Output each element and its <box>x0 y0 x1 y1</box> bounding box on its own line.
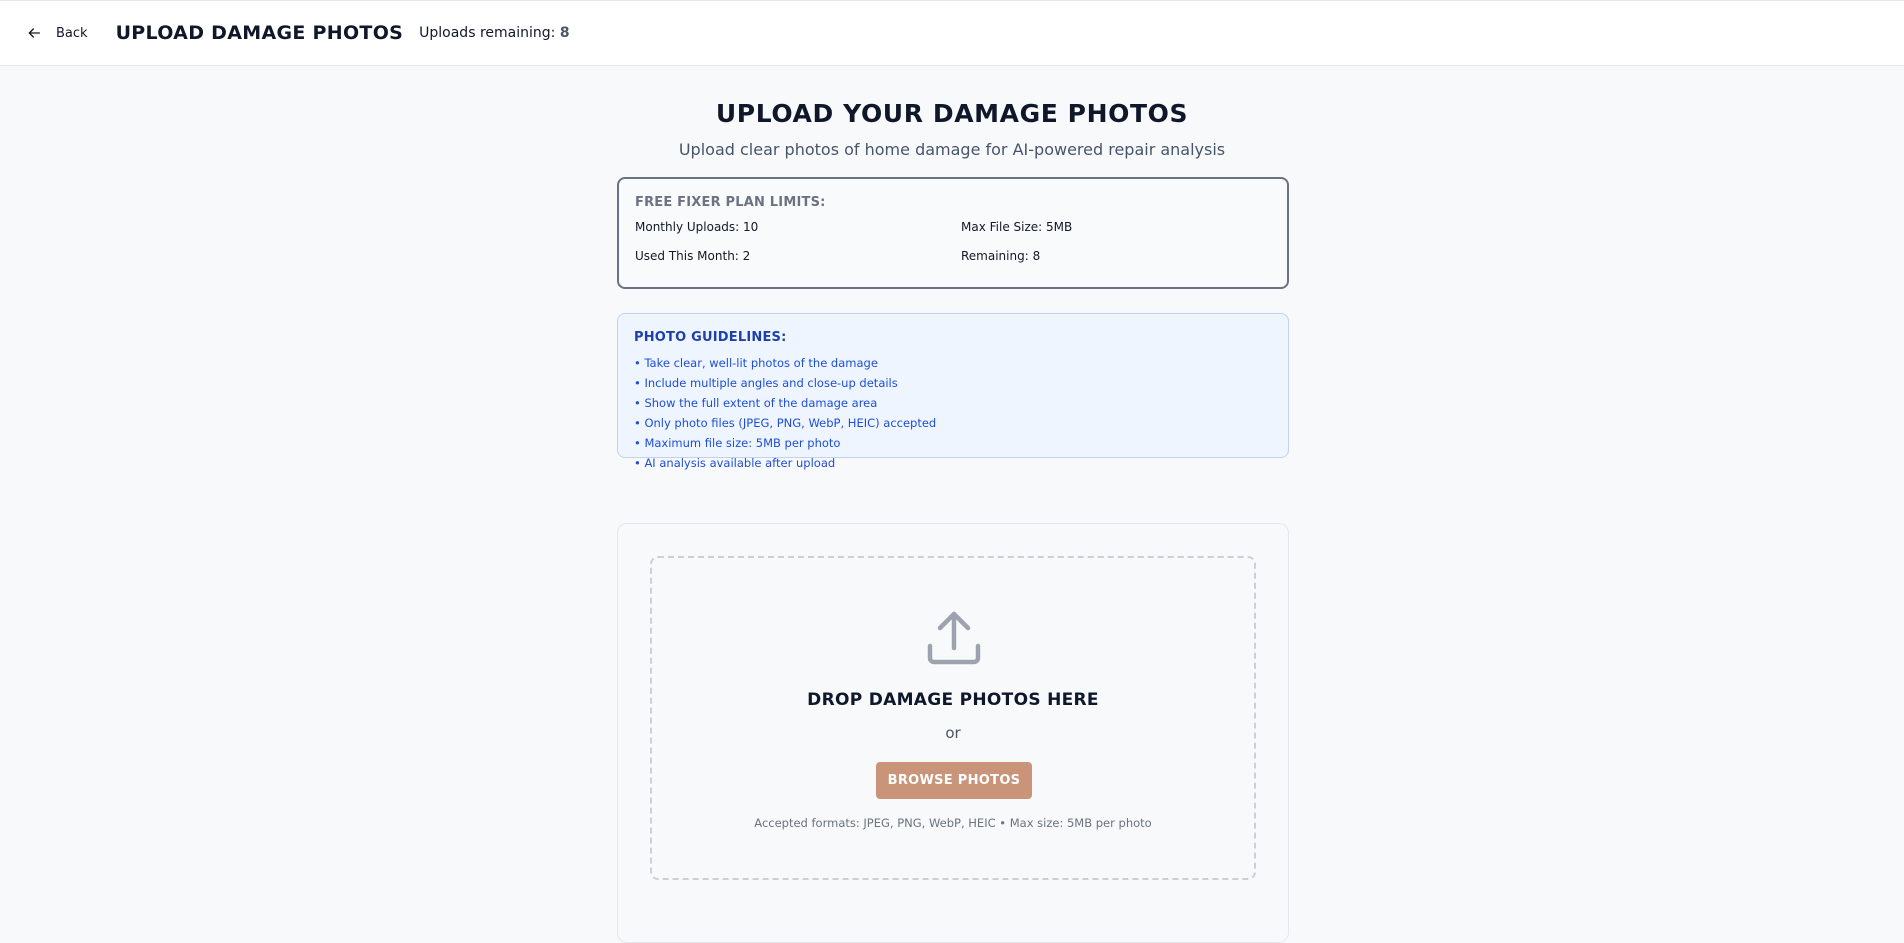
top-bar: Back UPLOAD DAMAGE PHOTOS Uploads remain… <box>0 0 1904 66</box>
guideline-item: • Show the full extent of the damage are… <box>634 396 878 410</box>
plan-limits-grid: Monthly Uploads: 10 Max File Size: 5MB U… <box>635 220 1271 263</box>
accepted-formats: Accepted formats: JPEG, PNG, WebP, HEIC … <box>754 816 1152 830</box>
photo-guidelines-list: • Take clear, well-lit photos of the dam… <box>634 353 1272 473</box>
main-content: UPLOAD YOUR DAMAGE PHOTOS Upload clear p… <box>0 66 1904 943</box>
guideline-item: • Take clear, well-lit photos of the dam… <box>634 356 878 370</box>
monthly-uploads: Monthly Uploads: 10 <box>635 220 759 234</box>
guideline-item: • Include multiple angles and close-up d… <box>634 376 898 390</box>
upload-card: DROP DAMAGE PHOTOS HERE or BROWSE PHOTOS… <box>617 523 1289 943</box>
uploads-remaining-count: 8 <box>559 25 570 41</box>
plan-limits-card: FREE FIXER PLAN LIMITS: Monthly Uploads:… <box>617 177 1289 289</box>
back-label: Back <box>56 25 88 41</box>
guideline-item: • Maximum file size: 5MB per photo <box>634 436 841 450</box>
uploads-remaining: Uploads remaining: 8 <box>419 25 569 41</box>
browse-photos-button[interactable]: BROWSE PHOTOS <box>876 762 1032 799</box>
photo-guidelines-title: PHOTO GUIDELINES: <box>634 330 787 345</box>
header-title: UPLOAD DAMAGE PHOTOS <box>115 22 404 44</box>
photo-dropzone[interactable]: DROP DAMAGE PHOTOS HERE or BROWSE PHOTOS… <box>650 556 1256 880</box>
page-subtitle: Upload clear photos of home damage for A… <box>678 140 1226 159</box>
guideline-item: • Only photo files (JPEG, PNG, WebP, HEI… <box>634 416 937 430</box>
photo-guidelines-card: PHOTO GUIDELINES: • Take clear, well-lit… <box>617 313 1289 470</box>
dropzone-title: DROP DAMAGE PHOTOS HERE <box>807 690 1099 710</box>
remaining-uploads: Remaining: 8 <box>961 249 1041 263</box>
upload-icon <box>927 611 981 665</box>
back-button[interactable]: Back <box>26 25 88 41</box>
uploads-remaining-label: Uploads remaining: <box>419 25 556 41</box>
page-title: UPLOAD YOUR DAMAGE PHOTOS <box>715 99 1189 128</box>
guideline-item: • AI analysis available after upload <box>634 456 836 470</box>
arrow-left-icon <box>28 28 40 38</box>
plan-limits-title: FREE FIXER PLAN LIMITS: <box>635 195 826 210</box>
used-this-month: Used This Month: 2 <box>635 249 751 263</box>
dropzone-or: or <box>945 724 961 742</box>
max-file-size: Max File Size: 5MB <box>961 220 1073 234</box>
